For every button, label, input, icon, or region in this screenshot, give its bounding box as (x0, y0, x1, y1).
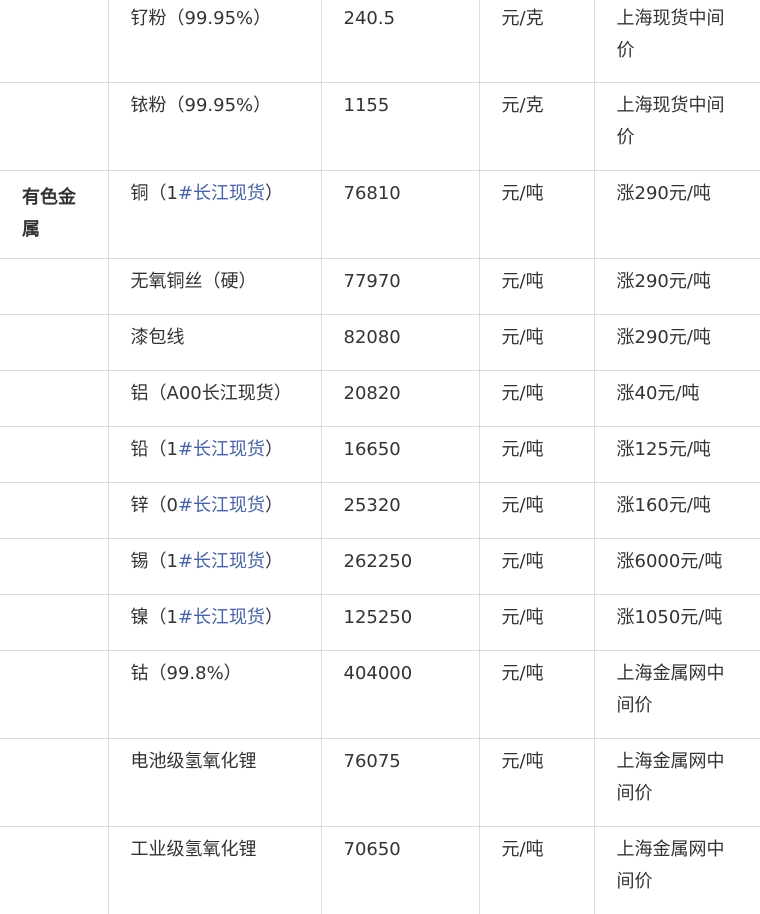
category-label: 有色金属 (0, 169, 109, 259)
name-link[interactable]: #长江现货 (178, 439, 265, 460)
price: 404000 (320, 649, 480, 739)
change: 上海现货中间价 (593, 81, 760, 171)
table-row: 锌（0#长江现货） 25320 元/吨 涨160元/吨 (0, 481, 760, 539)
table-row: 铝（A00长江现货） 20820 元/吨 涨40元/吨 (0, 369, 760, 427)
change: 涨40元/吨 (593, 369, 760, 427)
price: 76075 (320, 737, 480, 827)
change: 上海金属网中间价 (593, 825, 760, 914)
price: 77970 (320, 257, 480, 315)
category-cell (0, 825, 109, 914)
change: 涨6000元/吨 (593, 537, 760, 595)
name-prefix: 锡（1 (130, 550, 178, 572)
change: 涨290元/吨 (593, 313, 760, 371)
price: 125250 (320, 593, 480, 651)
category-cell (0, 425, 109, 483)
name-link[interactable]: #长江现货 (178, 495, 265, 516)
product-name: 铅（1#长江现货） (107, 425, 322, 483)
unit: 元/吨 (478, 593, 595, 651)
category-cell (0, 593, 109, 651)
unit: 元/吨 (478, 369, 595, 427)
unit: 元/吨 (478, 425, 595, 483)
category-cell (0, 0, 109, 83)
name-prefix: 铅（1 (130, 438, 178, 460)
change: 上海金属网中间价 (593, 649, 760, 739)
change: 涨290元/吨 (593, 257, 760, 315)
category-cell (0, 369, 109, 427)
price: 1155 (320, 81, 480, 171)
table-row: 钌粉（99.95%） 240.5 元/克 上海现货中间价 (0, 0, 760, 83)
product-name: 钴（99.8%） (107, 649, 322, 739)
price: 262250 (320, 537, 480, 595)
price: 25320 (320, 481, 480, 539)
name-suffix: ） (265, 494, 284, 516)
table-row: 有色金属 铜（1#长江现货） 76810 元/吨 涨290元/吨 (0, 169, 760, 259)
name-suffix: ） (265, 438, 284, 460)
unit: 元/吨 (478, 481, 595, 539)
product-name: 锡（1#长江现货） (107, 537, 322, 595)
name-prefix: 镍（1 (130, 606, 178, 628)
product-name: 铱粉（99.95%） (107, 81, 322, 171)
product-name: 工业级氢氧化锂 (107, 825, 322, 914)
table-row: 漆包线 82080 元/吨 涨290元/吨 (0, 313, 760, 371)
category-cell (0, 649, 109, 739)
table-row: 铅（1#长江现货） 16650 元/吨 涨125元/吨 (0, 425, 760, 483)
price: 240.5 (320, 0, 480, 83)
category-cell (0, 257, 109, 315)
product-name: 无氧铜丝（硬） (107, 257, 322, 315)
change: 涨1050元/吨 (593, 593, 760, 651)
unit: 元/吨 (478, 737, 595, 827)
name-suffix: ） (265, 606, 284, 628)
name-link[interactable]: #长江现货 (178, 607, 265, 628)
unit: 元/吨 (478, 825, 595, 914)
category-cell (0, 737, 109, 827)
change: 涨125元/吨 (593, 425, 760, 483)
name-link[interactable]: #长江现货 (178, 551, 265, 572)
product-name: 铝（A00长江现货） (107, 369, 322, 427)
change: 上海金属网中间价 (593, 737, 760, 827)
name-suffix: ） (265, 182, 284, 204)
price: 20820 (320, 369, 480, 427)
price: 76810 (320, 169, 480, 259)
unit: 元/克 (478, 0, 595, 83)
price: 70650 (320, 825, 480, 914)
category-cell (0, 81, 109, 171)
table-row: 无氧铜丝（硬） 77970 元/吨 涨290元/吨 (0, 257, 760, 315)
product-name: 镍（1#长江现货） (107, 593, 322, 651)
unit: 元/克 (478, 81, 595, 171)
product-name: 铜（1#长江现货） (107, 169, 322, 259)
change: 涨160元/吨 (593, 481, 760, 539)
table-row: 钴（99.8%） 404000 元/吨 上海金属网中间价 (0, 649, 760, 739)
category-cell (0, 313, 109, 371)
category-cell (0, 537, 109, 595)
change: 涨290元/吨 (593, 169, 760, 259)
unit: 元/吨 (478, 537, 595, 595)
metal-price-table: 钌粉（99.95%） 240.5 元/克 上海现货中间价 铱粉（99.95%） … (0, 0, 760, 914)
unit: 元/吨 (478, 257, 595, 315)
price: 82080 (320, 313, 480, 371)
product-name: 漆包线 (107, 313, 322, 371)
category-cell (0, 481, 109, 539)
name-suffix: ） (265, 550, 284, 572)
product-name: 钌粉（99.95%） (107, 0, 322, 83)
change: 上海现货中间价 (593, 0, 760, 83)
table-row: 锡（1#长江现货） 262250 元/吨 涨6000元/吨 (0, 537, 760, 595)
product-name: 电池级氢氧化锂 (107, 737, 322, 827)
table-row: 镍（1#长江现货） 125250 元/吨 涨1050元/吨 (0, 593, 760, 651)
table-row: 铱粉（99.95%） 1155 元/克 上海现货中间价 (0, 81, 760, 171)
price: 16650 (320, 425, 480, 483)
unit: 元/吨 (478, 313, 595, 371)
table-row: 电池级氢氧化锂 76075 元/吨 上海金属网中间价 (0, 737, 760, 827)
name-prefix: 铜（1 (130, 182, 178, 204)
name-prefix: 锌（0 (130, 494, 178, 516)
product-name: 锌（0#长江现货） (107, 481, 322, 539)
name-link[interactable]: #长江现货 (178, 183, 265, 204)
unit: 元/吨 (478, 169, 595, 259)
table-row: 工业级氢氧化锂 70650 元/吨 上海金属网中间价 (0, 825, 760, 914)
unit: 元/吨 (478, 649, 595, 739)
